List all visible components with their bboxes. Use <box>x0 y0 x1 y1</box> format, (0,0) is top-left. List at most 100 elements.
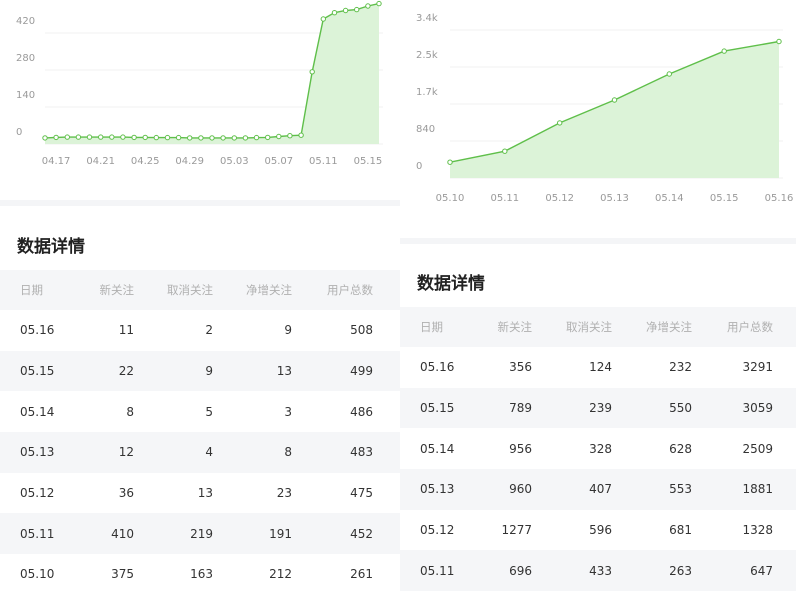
series-area <box>45 3 379 144</box>
data-point[interactable] <box>287 133 293 139</box>
left-panel: 0 140 280 420 04.17 04.21 04.25 04.29 05.03 05.07… <box>0 0 400 595</box>
table-cell: 1328 <box>742 523 773 538</box>
data-point[interactable] <box>265 134 271 141</box>
table-cell: 212 <box>269 567 292 582</box>
table-cell: 596 <box>589 523 612 538</box>
data-point[interactable] <box>502 148 508 154</box>
table-cell: 452 <box>350 526 373 541</box>
data-point[interactable] <box>666 71 672 77</box>
data-point[interactable] <box>342 7 349 14</box>
y-tick-label: 1.7k <box>416 87 438 98</box>
data-point[interactable] <box>721 48 727 54</box>
x-tick-label: 04.21 <box>86 156 115 167</box>
data-point[interactable] <box>331 10 338 16</box>
table-row: 05.12 1277 596 681 1328 <box>400 510 796 551</box>
table-cell: 2 <box>205 323 213 338</box>
data-point[interactable] <box>86 134 93 140</box>
table-cell: 1881 <box>742 482 773 497</box>
data-point[interactable] <box>376 0 382 7</box>
data-point[interactable] <box>242 135 249 141</box>
data-point[interactable] <box>309 69 315 75</box>
y-tick-label: 3.4k <box>416 13 438 24</box>
table-cell: 05.16 <box>420 360 455 375</box>
data-point[interactable] <box>354 6 360 13</box>
data-point[interactable] <box>175 134 182 141</box>
table-cell: 05.12 <box>20 486 55 501</box>
data-point[interactable] <box>776 38 782 45</box>
data-point[interactable] <box>131 134 137 141</box>
table-cell: 05.12 <box>420 523 455 538</box>
data-point[interactable] <box>209 135 215 141</box>
table-cell: 8 <box>284 445 292 460</box>
column-header: 新关注 <box>99 283 135 297</box>
data-point[interactable] <box>276 133 282 140</box>
right-panel: 0 840 1.7k 2.5k 3.4k 05.10 05.11 05.12 05.13 05.1… <box>400 0 796 595</box>
table-cell: 124 <box>589 360 612 375</box>
data-point[interactable] <box>153 134 160 141</box>
x-tick-label: 05.07 <box>264 156 293 167</box>
table-header-row: 日期 新关注 取消关注 净增关注 用户总数 <box>0 270 400 310</box>
column-header: 取消关注 <box>167 283 213 297</box>
data-point[interactable] <box>42 135 48 141</box>
column-header: 用户总数 <box>327 283 373 297</box>
table-row: 05.14 8 5 3 486 <box>0 391 400 432</box>
column-header: 净增关注 <box>246 283 292 297</box>
data-point[interactable] <box>447 159 453 165</box>
table-cell: 13 <box>276 364 292 379</box>
data-point[interactable] <box>120 134 126 140</box>
data-point[interactable] <box>75 134 82 140</box>
data-point[interactable] <box>164 134 171 141</box>
column-header: 用户总数 <box>727 320 773 334</box>
table-cell: 628 <box>669 441 692 456</box>
x-tick-label: 04.29 <box>175 156 204 167</box>
table-cell: 356 <box>509 360 532 375</box>
data-point[interactable] <box>611 97 618 103</box>
table-cell: 163 <box>190 567 213 582</box>
table-cell: 22 <box>118 364 134 379</box>
table-cell: 375 <box>111 567 134 582</box>
table-cell: 553 <box>669 482 692 497</box>
table-cell: 3 <box>284 404 292 419</box>
data-point[interactable] <box>142 134 148 141</box>
data-point[interactable] <box>320 16 326 22</box>
data-point[interactable] <box>198 135 204 141</box>
y-tick-label: 420 <box>16 16 35 27</box>
data-table-left: 日期 新关注 取消关注 净增关注 用户总数 05.16 11 2 9 508 05.15 22 9 13… <box>0 270 400 595</box>
table-row: 05.11 410 219 191 452 <box>0 513 400 555</box>
table-cell: 05.14 <box>20 404 55 419</box>
data-point[interactable] <box>365 3 371 9</box>
table-cell: 191 <box>269 526 292 541</box>
x-tick-label: 04.17 <box>42 156 71 167</box>
data-point[interactable] <box>231 135 238 141</box>
table-cell: 05.16 <box>20 323 55 338</box>
table-cell: 486 <box>350 404 373 419</box>
table-cell: 13 <box>197 486 213 501</box>
table-cell: 219 <box>190 526 213 541</box>
data-point[interactable] <box>98 134 104 140</box>
y-tick-label: 280 <box>16 53 35 64</box>
data-point[interactable] <box>557 120 563 126</box>
table-cell: 696 <box>509 563 532 578</box>
table-row: 05.13 960 407 553 1881 <box>400 469 796 510</box>
table-cell: 5 <box>205 404 213 419</box>
y-tick-label: 0 <box>416 161 422 172</box>
table-cell: 9 <box>205 364 213 379</box>
section-title: 数据详情 <box>17 237 85 257</box>
data-point[interactable] <box>53 134 59 141</box>
table-row: 05.14 956 328 628 2509 <box>400 428 796 469</box>
data-point[interactable] <box>298 132 304 138</box>
data-point[interactable] <box>109 134 115 140</box>
column-header: 取消关注 <box>566 320 612 334</box>
table-cell: 05.15 <box>420 401 455 416</box>
table-row: 05.16 356 124 232 3291 <box>400 347 796 388</box>
y-tick-label: 140 <box>16 90 35 101</box>
table-cell: 508 <box>350 323 373 338</box>
data-point[interactable] <box>220 135 226 141</box>
table-cell: 4 <box>205 445 213 460</box>
table-header-row: 日期 新关注 取消关注 净增关注 用户总数 <box>400 307 796 347</box>
data-point[interactable] <box>64 134 71 140</box>
table-cell: 8 <box>126 404 134 419</box>
data-point[interactable] <box>253 134 260 141</box>
table-cell: 407 <box>589 482 612 497</box>
data-point[interactable] <box>187 135 193 141</box>
